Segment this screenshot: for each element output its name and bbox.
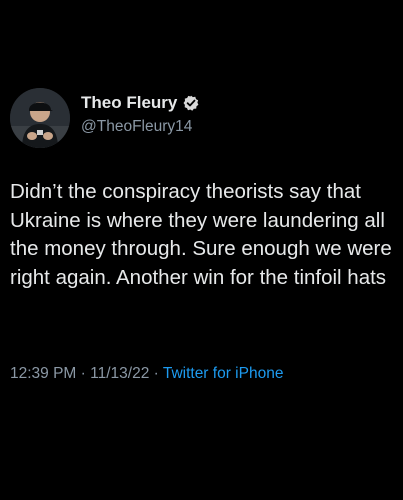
tweet-time[interactable]: 12:39 PM	[10, 365, 76, 382]
tweet-date[interactable]: 11/13/22	[90, 365, 149, 382]
meta-separator: ·	[76, 365, 91, 382]
meta-separator: ·	[149, 365, 163, 382]
tweet-source-link[interactable]: Twitter for iPhone	[163, 365, 284, 382]
tweet-text: Didn’t the conspiracy theorists say that…	[10, 180, 392, 289]
author-avatar[interactable]	[10, 88, 70, 148]
author-display-name[interactable]: Theo Fleury	[81, 93, 177, 113]
author-name-row: Theo Fleury	[81, 93, 199, 113]
verified-badge-icon	[183, 95, 199, 111]
avatar-photo-icon	[10, 88, 70, 148]
tweet-card: Theo Fleury @TheoFleury14 Didn’t the con…	[0, 0, 403, 500]
author-handle[interactable]: @TheoFleury14	[81, 118, 192, 136]
tweet-meta: 12:39 PM · 11/13/22 · Twitter for iPhone	[10, 365, 283, 383]
